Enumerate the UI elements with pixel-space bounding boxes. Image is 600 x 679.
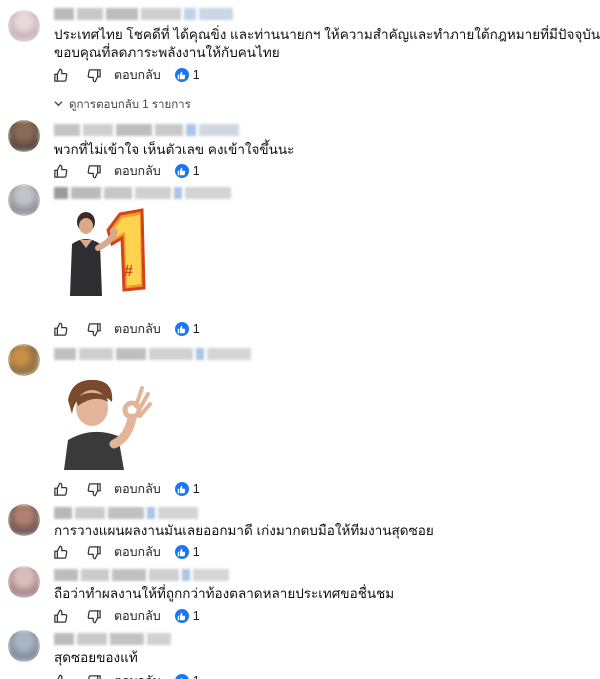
- reply-button[interactable]: ตอบกลับ: [114, 542, 161, 562]
- comment-text-line: ถือว่าทำผลงานให้ที่ถูกกว่าท้องตลาดหลายปร…: [54, 586, 395, 601]
- comment-text-line: พวกที่ไม่เข้าใจ เห็นตัวเลข คงเข้าใจขึ้นน…: [54, 142, 295, 157]
- reply-button[interactable]: ตอบกลับ: [114, 671, 161, 679]
- avatar[interactable]: [8, 10, 40, 42]
- thumbs-down-icon[interactable]: [86, 163, 102, 179]
- like-reaction-icon[interactable]: [174, 164, 189, 178]
- like-count: 1: [192, 609, 200, 623]
- reply-button[interactable]: ตอบกลับ: [114, 606, 161, 626]
- view-replies-button[interactable]: ดูการตอบกลับ 1 รายการ: [54, 96, 191, 114]
- reply-button[interactable]: ตอบกลับ: [114, 319, 161, 339]
- avatar[interactable]: [8, 344, 40, 376]
- avatar[interactable]: [8, 630, 40, 662]
- thumbs-down-icon[interactable]: [86, 321, 102, 337]
- like-count: 1: [192, 482, 200, 496]
- comment-actions: ตอบกลับ 1: [52, 480, 200, 498]
- commenter-name[interactable]: [54, 633, 171, 645]
- like-count: 1: [192, 322, 200, 336]
- avatar[interactable]: [8, 566, 40, 598]
- ok-hand-sticker[interactable]: [62, 374, 158, 470]
- reply-button[interactable]: ตอบกลับ: [114, 161, 161, 181]
- comment-actions: ตอบกลับ 1: [52, 672, 200, 679]
- comment-text-line: การวางแผนผลงานมันเลยออกมาดี เก่งมากตบมือ…: [54, 523, 434, 538]
- commenter-name[interactable]: [54, 507, 198, 519]
- commenter-name[interactable]: [54, 348, 251, 360]
- thumbs-up-icon[interactable]: [52, 673, 68, 679]
- thumbs-down-icon[interactable]: [86, 673, 102, 679]
- comment-actions: ตอบกลับ 1: [52, 162, 200, 180]
- like-count: 1: [192, 545, 200, 559]
- reply-button[interactable]: ตอบกลับ: [114, 479, 161, 499]
- like-count: 1: [192, 164, 200, 178]
- thumbs-up-icon[interactable]: [52, 608, 68, 624]
- like-reaction-icon[interactable]: [174, 609, 189, 623]
- thumbs-up-icon[interactable]: [52, 544, 68, 560]
- avatar[interactable]: [8, 504, 40, 536]
- thumbs-down-icon[interactable]: [86, 481, 102, 497]
- view-replies-label: ดูการตอบกลับ 1 รายการ: [69, 99, 191, 111]
- commenter-name[interactable]: [54, 569, 229, 581]
- reply-button[interactable]: ตอบกลับ: [114, 65, 161, 85]
- thumbs-up-icon[interactable]: [52, 481, 68, 497]
- comment-actions: ตอบกลับ 1: [52, 607, 200, 625]
- like-reaction-icon[interactable]: [174, 674, 189, 679]
- like-reaction-icon[interactable]: [174, 322, 189, 336]
- chevron-down-icon: [54, 99, 63, 111]
- thumbs-up-icon[interactable]: [52, 321, 68, 337]
- thumbs-up-icon[interactable]: [52, 163, 68, 179]
- like-count: 1: [193, 674, 200, 679]
- thumbs-down-icon[interactable]: [86, 67, 102, 83]
- comment-text-line: ขอบคุณที่ลดภาระพลังงานให้กับคนไทย: [54, 45, 280, 60]
- like-reaction-icon[interactable]: [174, 482, 189, 496]
- like-reaction-icon[interactable]: [174, 68, 189, 82]
- thumbs-down-icon[interactable]: [86, 544, 102, 560]
- avatar[interactable]: [8, 120, 40, 152]
- svg-text:#: #: [124, 263, 133, 280]
- thumbs-down-icon[interactable]: [86, 608, 102, 624]
- commenter-name[interactable]: [54, 187, 231, 199]
- comment-text-line: สุดซอยของแท้: [54, 650, 138, 665]
- avatar[interactable]: [8, 184, 40, 216]
- like-count: 1: [192, 68, 200, 82]
- comment-actions: ตอบกลับ 1: [52, 543, 200, 561]
- number-one-sticker[interactable]: #: [62, 204, 158, 300]
- comment-text-line: ประเทศไทย โชคดีที่ ได้คุณขิ่ง และท่านนาย…: [54, 27, 600, 42]
- commenter-name[interactable]: [54, 8, 233, 20]
- comment-actions: ตอบกลับ 1: [52, 320, 200, 338]
- commenter-name[interactable]: [54, 124, 239, 136]
- like-reaction-icon[interactable]: [174, 545, 189, 559]
- thumbs-up-icon[interactable]: [52, 67, 68, 83]
- comment-actions: ตอบกลับ 1: [52, 66, 200, 84]
